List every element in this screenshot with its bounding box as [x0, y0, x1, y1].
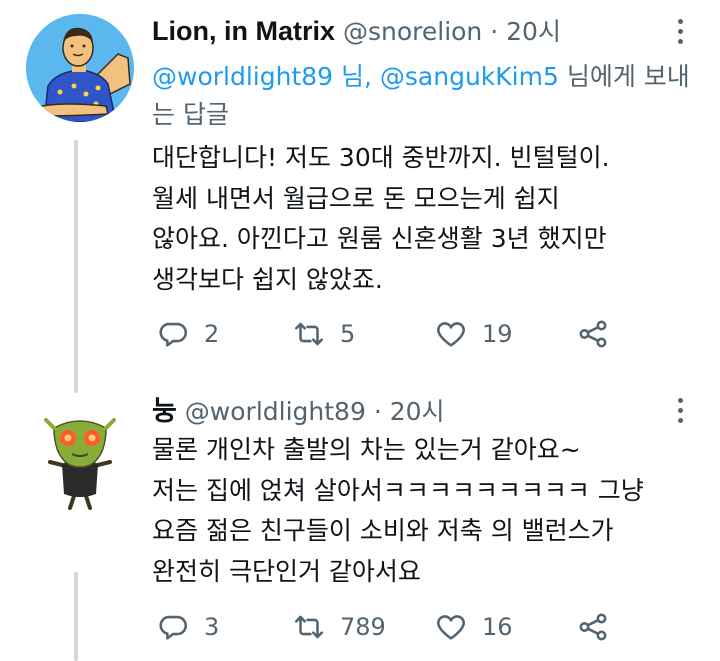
retweet-button[interactable]: 5 [292, 314, 355, 354]
timestamp[interactable]: 20시 [506, 17, 561, 46]
retweet-count: 789 [340, 613, 386, 641]
like-icon [437, 615, 465, 640]
tweet-text-line: 저는 집에 얹쳐 살아서ㅋㅋㅋㅋㅋㅋㅋㅋㅋ 그냥 [152, 475, 644, 505]
separator-dot: · [490, 17, 499, 46]
display-name[interactable]: 눙 [152, 396, 177, 426]
tweet-text-line: 요즘 젊은 친구들이 소비와 저축 의 밸런스가 [152, 516, 614, 545]
tweet-text-line: 생각보다 쉽지 않았죠. [152, 264, 383, 294]
reply-icon [159, 322, 187, 347]
retweet-button[interactable]: 789 [292, 607, 386, 647]
tweet-text-line: 대단합니다! 저도 30대 중반까지. 빈털털이. [152, 143, 610, 172]
share-button[interactable] [576, 314, 610, 354]
thread-line [74, 140, 78, 393]
retweet-count: 5 [340, 320, 356, 348]
reply-icon [159, 615, 187, 640]
reply-count: 3 [204, 613, 220, 641]
reply-count: 2 [204, 320, 220, 348]
tweet-actions: 2 5 19 [152, 314, 632, 354]
tweet-header: Lion, in Matrix @snorelion · 20시 [152, 14, 561, 49]
tweet-actions: 3 789 16 [152, 607, 632, 647]
reply-separator: 님, [333, 62, 380, 91]
mention-link[interactable]: @sangukKim5 [380, 62, 559, 91]
reply-button[interactable]: 2 [156, 314, 219, 354]
avatar-image [26, 14, 134, 122]
more-icon[interactable] [677, 19, 685, 49]
tweet-text-line: 않아요. 아낀다고 원룸 신혼생활 3년 했지만 [152, 224, 607, 253]
user-handle[interactable]: @snorelion [343, 17, 482, 46]
share-icon [579, 613, 607, 641]
share-button[interactable] [576, 607, 610, 647]
tweet-text-line: 완전히 극단인거 같아서요 [152, 556, 421, 586]
timestamp[interactable]: 20시 [390, 397, 445, 426]
avatar[interactable] [26, 404, 134, 512]
tweet-text-line: 물론 개인차 출발의 차는 있는거 같아요~ [152, 435, 581, 464]
display-name[interactable]: Lion, in Matrix [152, 16, 335, 46]
user-handle[interactable]: @worldlight89 [185, 397, 366, 426]
more-icon[interactable] [677, 398, 685, 428]
like-count: 19 [482, 320, 513, 348]
tweet-text: 물론 개인차 출발의 차는 있는거 같아요~ 저는 집에 얹쳐 살아서ㅋㅋㅋㅋㅋ… [152, 430, 707, 592]
avatar[interactable] [26, 14, 134, 122]
like-button[interactable]: 19 [434, 314, 513, 354]
separator-dot: · [373, 397, 382, 426]
reply-button[interactable]: 3 [156, 607, 219, 647]
retweet-icon [294, 322, 324, 346]
share-icon [579, 320, 607, 348]
avatar-image [26, 404, 134, 512]
reply-context: @worldlight89 님, @sangukKim5 님에게 보내는 답글 [152, 58, 692, 134]
tweet-text: 대단합니다! 저도 30대 중반까지. 빈털털이. 월세 내면서 월급으로 돈 … [152, 138, 707, 300]
thread-line [74, 572, 78, 661]
tweet-header: 눙 @worldlight89 · 20시 [152, 394, 445, 429]
like-icon [437, 322, 465, 347]
tweet-text-line: 월세 내면서 월급으로 돈 모으는게 쉽지 [152, 183, 560, 213]
like-button[interactable]: 16 [434, 607, 513, 647]
retweet-icon [294, 615, 324, 639]
mention-link[interactable]: @worldlight89 [152, 62, 333, 91]
like-count: 16 [482, 613, 513, 641]
